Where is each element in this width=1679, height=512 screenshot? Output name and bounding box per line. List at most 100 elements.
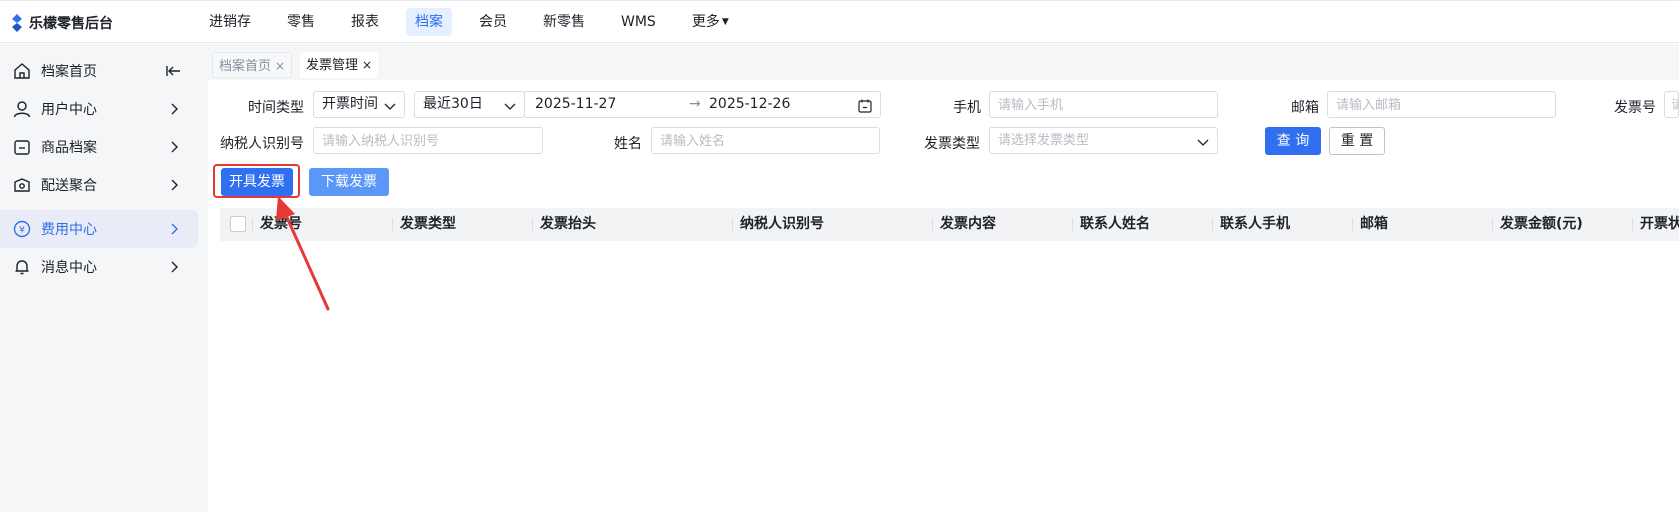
page-tabs: 档案首页 × 发票管理 × [208,44,1679,80]
user-icon [12,99,32,119]
chevron-right-icon [166,101,182,117]
chevron-down-icon [1197,133,1209,153]
nav-label: 报表 [351,14,379,30]
column-divider [1352,218,1353,231]
column-divider [1492,218,1493,231]
nav-item-retail[interactable]: 零售 [278,8,324,36]
email-label: 邮箱 [1291,100,1319,116]
taxpayer-id-input[interactable] [313,127,543,154]
invoice-type-label: 发票类型 [924,136,980,152]
tab-label: 发票管理 [306,58,359,73]
collapse-icon[interactable] [166,63,182,79]
close-icon[interactable]: × [275,59,285,73]
issue-invoice-button[interactable]: 开具发票 [221,168,293,196]
column-header-invoice-no[interactable]: 发票号 [260,208,302,241]
column-divider [1212,218,1213,231]
sidebar-item-user-center[interactable]: 用户中心 [0,90,198,128]
nav-label: 会员 [479,14,507,30]
logo-icon [12,14,22,32]
app-title: 乐檬零售后台 [29,16,113,32]
time-type-value: 开票时间 [322,96,378,112]
reset-button[interactable]: 重 置 [1329,127,1385,155]
column-header-taxpayer-id[interactable]: 纳税人识别号 [740,208,824,241]
sidebar-item-delivery[interactable]: 配送聚合 [0,166,198,204]
time-type-label: 时间类型 [248,100,304,116]
date-preset-value: 最近30日 [423,96,483,112]
caret-down-icon: ▼ [721,17,729,27]
tab-archive-home[interactable]: 档案首页 × [212,52,293,78]
query-button[interactable]: 查 询 [1265,127,1321,155]
date-end[interactable]: 2025-12-26 [709,92,790,117]
date-preset-select[interactable]: 最近30日 [414,91,525,118]
column-header-contact-phone[interactable]: 联系人手机 [1220,208,1290,241]
column-divider [932,218,933,231]
nav-label: 新零售 [543,14,585,30]
nav-item-more[interactable]: 更多 ▼ [683,8,738,36]
column-divider [532,218,533,231]
time-type-select[interactable]: 开票时间 [313,91,405,118]
column-header-invoice-content[interactable]: 发票内容 [940,208,996,241]
taxpayer-id-label: 纳税人识别号 [220,136,304,152]
tab-label: 档案首页 [219,59,272,74]
top-bar: 乐檬零售后台 进销存 零售 报表 档案 会员 新零售 WMS 更多 ▼ [0,0,1679,43]
sidebar: 档案首页 用户中心 商品档案 配送聚合 ¥ 费用中心 消息中心 [0,44,208,512]
date-start[interactable]: 2025-11-27 [535,92,616,117]
column-divider [1072,218,1073,231]
chevron-right-icon [166,221,182,237]
select-all-checkbox[interactable] [230,216,246,232]
home-icon [12,61,32,81]
nav-item-members[interactable]: 会员 [470,8,516,36]
column-header-invoice-title[interactable]: 发票抬头 [540,208,596,241]
nav-item-new-retail[interactable]: 新零售 [534,8,594,36]
invoice-type-placeholder: 请选择发票类型 [998,133,1090,148]
nav-label: WMS [621,14,656,30]
nav-item-inventory[interactable]: 进销存 [200,8,260,36]
invoice-type-select[interactable]: 请选择发票类型 [989,127,1218,154]
arrow-right-icon: → [689,96,701,112]
column-header-email[interactable]: 邮箱 [1360,208,1388,241]
sidebar-item-archive-home[interactable]: 档案首页 [0,52,198,90]
product-icon [12,137,32,157]
sidebar-item-label: 消息中心 [41,260,97,276]
delivery-icon [12,175,32,195]
column-divider [1632,218,1633,231]
chevron-down-icon [384,97,396,117]
nav-label: 档案 [415,14,443,30]
column-header-invoice-type[interactable]: 发票类型 [400,208,456,241]
chevron-right-icon [166,177,182,193]
invoice-no-label: 发票号 [1614,100,1656,116]
chevron-right-icon [166,259,182,275]
email-input[interactable] [1327,91,1556,118]
phone-input[interactable] [989,91,1218,118]
yen-icon: ¥ [12,219,32,239]
bell-icon [12,257,32,277]
sidebar-item-message-center[interactable]: 消息中心 [0,248,198,286]
nav-label: 进销存 [209,14,251,30]
sidebar-item-label: 商品档案 [41,140,97,156]
nav-item-reports[interactable]: 报表 [342,8,388,36]
sidebar-item-label: 用户中心 [41,102,97,118]
column-divider [392,218,393,231]
nav-label: 更多 [691,14,720,30]
sidebar-item-product-archive[interactable]: 商品档案 [0,128,198,166]
phone-label: 手机 [953,100,981,116]
column-header-invoice-status[interactable]: 开票状 [1640,208,1679,241]
column-header-invoice-amount[interactable]: 发票金额(元) [1500,208,1583,241]
date-range-picker[interactable]: 2025-11-27 → 2025-12-26 [524,91,881,118]
nav-label: 零售 [287,14,315,30]
nav-item-archive[interactable]: 档案 [406,8,452,36]
chevron-down-icon [504,97,516,117]
sidebar-item-expense-center[interactable]: ¥ 费用中心 [0,210,198,248]
nav-item-wms[interactable]: WMS [612,8,665,36]
invoice-no-input[interactable] [1664,91,1679,118]
download-invoice-button[interactable]: 下载发票 [309,168,389,196]
tab-invoice-management[interactable]: 发票管理 × [300,52,379,78]
name-input[interactable] [651,127,880,154]
close-icon[interactable]: × [362,58,372,72]
name-label: 姓名 [614,136,642,152]
svg-text:¥: ¥ [19,226,25,236]
table-header: 发票号 发票类型 发票抬头 纳税人识别号 发票内容 联系人姓名 联系人手机 邮箱… [220,208,1679,241]
app-logo[interactable]: 乐檬零售后台 [10,13,113,33]
sidebar-item-label: 档案首页 [41,64,97,80]
column-header-contact-name[interactable]: 联系人姓名 [1080,208,1150,241]
